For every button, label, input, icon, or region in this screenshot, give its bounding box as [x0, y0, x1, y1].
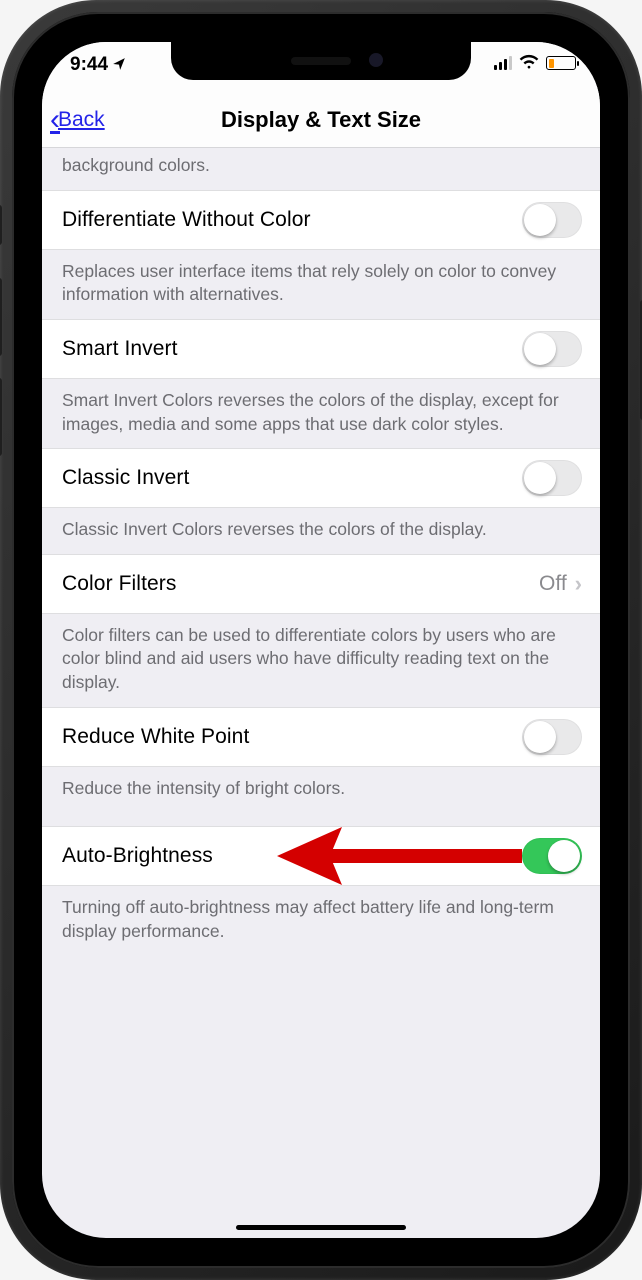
iphone-frame: 9:44 ‹ Back D: [0, 0, 642, 1280]
switch-smart-invert[interactable]: [522, 331, 582, 367]
label-reduce-white: Reduce White Point: [62, 725, 249, 749]
row-classic-invert[interactable]: Classic Invert: [42, 448, 600, 508]
page-title: Display & Text Size: [221, 107, 421, 133]
back-label: Back: [58, 108, 105, 132]
switch-auto-brightness[interactable]: [522, 838, 582, 874]
location-icon: [112, 55, 126, 77]
chevron-right-icon: ›: [575, 571, 582, 597]
volume-down-button: [0, 378, 2, 456]
mute-switch: [0, 205, 2, 245]
switch-reduce-white[interactable]: [522, 719, 582, 755]
wifi-icon: [519, 54, 539, 72]
switch-classic-invert[interactable]: [522, 460, 582, 496]
bezel: 9:44 ‹ Back D: [12, 12, 630, 1268]
desc-classic-invert: Classic Invert Colors reverses the color…: [42, 508, 600, 554]
volume-up-button: [0, 278, 2, 356]
desc-differentiate: Replaces user interface items that rely …: [42, 250, 600, 319]
battery-icon: [546, 56, 576, 70]
switch-differentiate[interactable]: [522, 202, 582, 238]
desc-smart-invert: Smart Invert Colors reverses the colors …: [42, 379, 600, 448]
home-indicator[interactable]: [236, 1225, 406, 1230]
row-differentiate-without-color[interactable]: Differentiate Without Color: [42, 190, 600, 250]
desc-partial-top: background colors.: [42, 148, 600, 190]
nav-bar: ‹ Back Display & Text Size: [42, 92, 600, 148]
back-button[interactable]: ‹ Back: [52, 92, 105, 147]
label-color-filters: Color Filters: [62, 572, 176, 596]
settings-content[interactable]: background colors. Differentiate Without…: [42, 148, 600, 984]
notch: [171, 42, 471, 80]
value-color-filters: Off: [539, 572, 567, 596]
row-reduce-white-point[interactable]: Reduce White Point: [42, 707, 600, 767]
label-differentiate: Differentiate Without Color: [62, 208, 311, 232]
desc-auto-brightness: Turning off auto-brightness may affect b…: [42, 886, 600, 983]
desc-color-filters: Color filters can be used to differentia…: [42, 614, 600, 707]
row-smart-invert[interactable]: Smart Invert: [42, 319, 600, 379]
row-auto-brightness[interactable]: Auto-Brightness: [42, 826, 600, 886]
row-color-filters[interactable]: Color Filters Off ›: [42, 554, 600, 614]
screen: 9:44 ‹ Back D: [42, 42, 600, 1238]
label-smart-invert: Smart Invert: [62, 337, 178, 361]
status-time: 9:44: [70, 54, 108, 76]
label-auto-brightness: Auto-Brightness: [62, 844, 213, 868]
label-classic-invert: Classic Invert: [62, 466, 189, 490]
desc-reduce-white: Reduce the intensity of bright colors.: [42, 767, 600, 827]
cell-signal-icon: [494, 56, 512, 70]
